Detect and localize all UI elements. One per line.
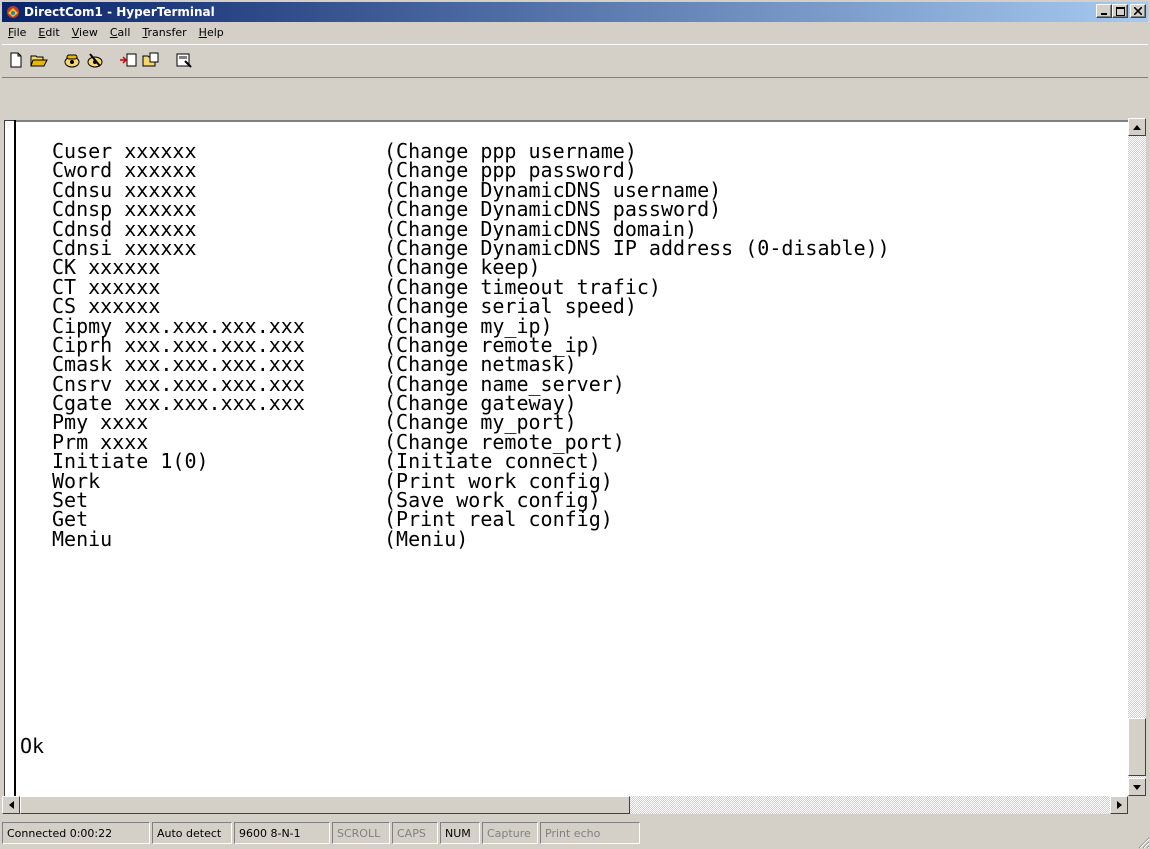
arrow-up-icon — [1133, 124, 1141, 130]
terminal-result: Ok — [20, 734, 45, 758]
status-capture: Capture — [482, 822, 538, 844]
maximize-icon — [1115, 6, 1125, 16]
properties-icon — [176, 53, 192, 68]
menu-item-transfer[interactable]: Transfer — [136, 26, 192, 39]
vertical-scrollbar[interactable] — [1128, 118, 1146, 796]
menu-item-file[interactable]: File — [2, 26, 32, 39]
connect-button[interactable] — [60, 49, 83, 71]
minimize-icon — [1101, 13, 1107, 15]
receive-icon — [142, 52, 158, 67]
scroll-up-button[interactable] — [1128, 118, 1146, 136]
status-scroll: SCROLL — [332, 822, 390, 844]
title-bar[interactable]: DirectCom1 - HyperTerminal — [2, 2, 1148, 22]
window-title: DirectCom1 - HyperTerminal — [24, 5, 215, 19]
minimize-button[interactable] — [1096, 4, 1112, 18]
command-syntax: Initiate 1(0) — [52, 449, 209, 474]
arrow-left-icon — [8, 801, 14, 809]
terminal-line: Meniu (Meniu) — [52, 526, 890, 551]
status-bar: Connected 0:00:22 Auto detect 9600 8-N-1 SC… — [2, 818, 1148, 847]
menu-item-call[interactable]: Call — [104, 26, 137, 39]
menu-item-edit[interactable]: Edit — [32, 26, 65, 39]
maximize-button[interactable] — [1112, 4, 1128, 18]
scroll-down-button[interactable] — [1128, 778, 1146, 796]
status-connected-0-00-22: Connected 0:00:22 — [2, 822, 150, 844]
properties-button[interactable] — [172, 49, 195, 71]
arrow-down-icon — [1133, 784, 1141, 790]
horizontal-scrollbar[interactable] — [2, 796, 1128, 814]
send-icon — [119, 53, 136, 67]
open-button[interactable] — [27, 49, 50, 71]
scroll-left-button[interactable] — [2, 796, 20, 814]
receive-button[interactable] — [139, 49, 162, 71]
terminal-top-border — [14, 120, 1128, 122]
close-icon — [1134, 7, 1142, 15]
menu-item-view[interactable]: View — [66, 26, 104, 39]
close-button[interactable] — [1130, 4, 1146, 18]
terminal-left-border — [14, 120, 16, 796]
horizontal-scroll-thumb[interactable] — [20, 796, 630, 814]
toolbar — [2, 44, 1148, 78]
command-description: (Meniu) — [384, 526, 469, 551]
menu-bar: File Edit View Call Transfer Help — [2, 23, 1148, 42]
command-syntax: Work — [52, 468, 101, 493]
app-icon — [5, 4, 21, 20]
terminal-line: Get (Print real config) — [52, 509, 890, 529]
open-icon — [29, 55, 48, 67]
command-syntax: Meniu — [52, 526, 113, 551]
hyperterminal-window: DirectCom1 - HyperTerminal File Edit View C… — [0, 0, 1150, 849]
disconnect-icon — [87, 53, 102, 68]
send-button[interactable] — [116, 49, 139, 71]
status-num: NUM — [440, 822, 480, 844]
resize-grip-icon[interactable] — [1136, 835, 1150, 849]
menu-item-help[interactable]: Help — [193, 26, 230, 39]
scroll-right-button[interactable] — [1110, 796, 1128, 814]
status-caps: CAPS — [392, 822, 438, 844]
status-9600-8-n-1: 9600 8-N-1 — [234, 822, 330, 844]
connect-icon — [64, 54, 79, 68]
terminal-output: Cuser xxxxxx (Change ppp username) Cword x… — [52, 141, 890, 551]
vertical-scroll-thumb[interactable] — [1128, 718, 1146, 776]
status-print-echo: Print echo — [540, 822, 640, 844]
disconnect-button[interactable] — [83, 49, 106, 71]
scrollbar-corner — [1128, 796, 1146, 814]
new-connection-button[interactable] — [4, 49, 27, 71]
new-icon — [10, 52, 21, 68]
command-syntax: Set — [52, 488, 89, 513]
status-auto-detect: Auto detect — [152, 822, 232, 844]
arrow-right-icon — [1116, 801, 1122, 809]
